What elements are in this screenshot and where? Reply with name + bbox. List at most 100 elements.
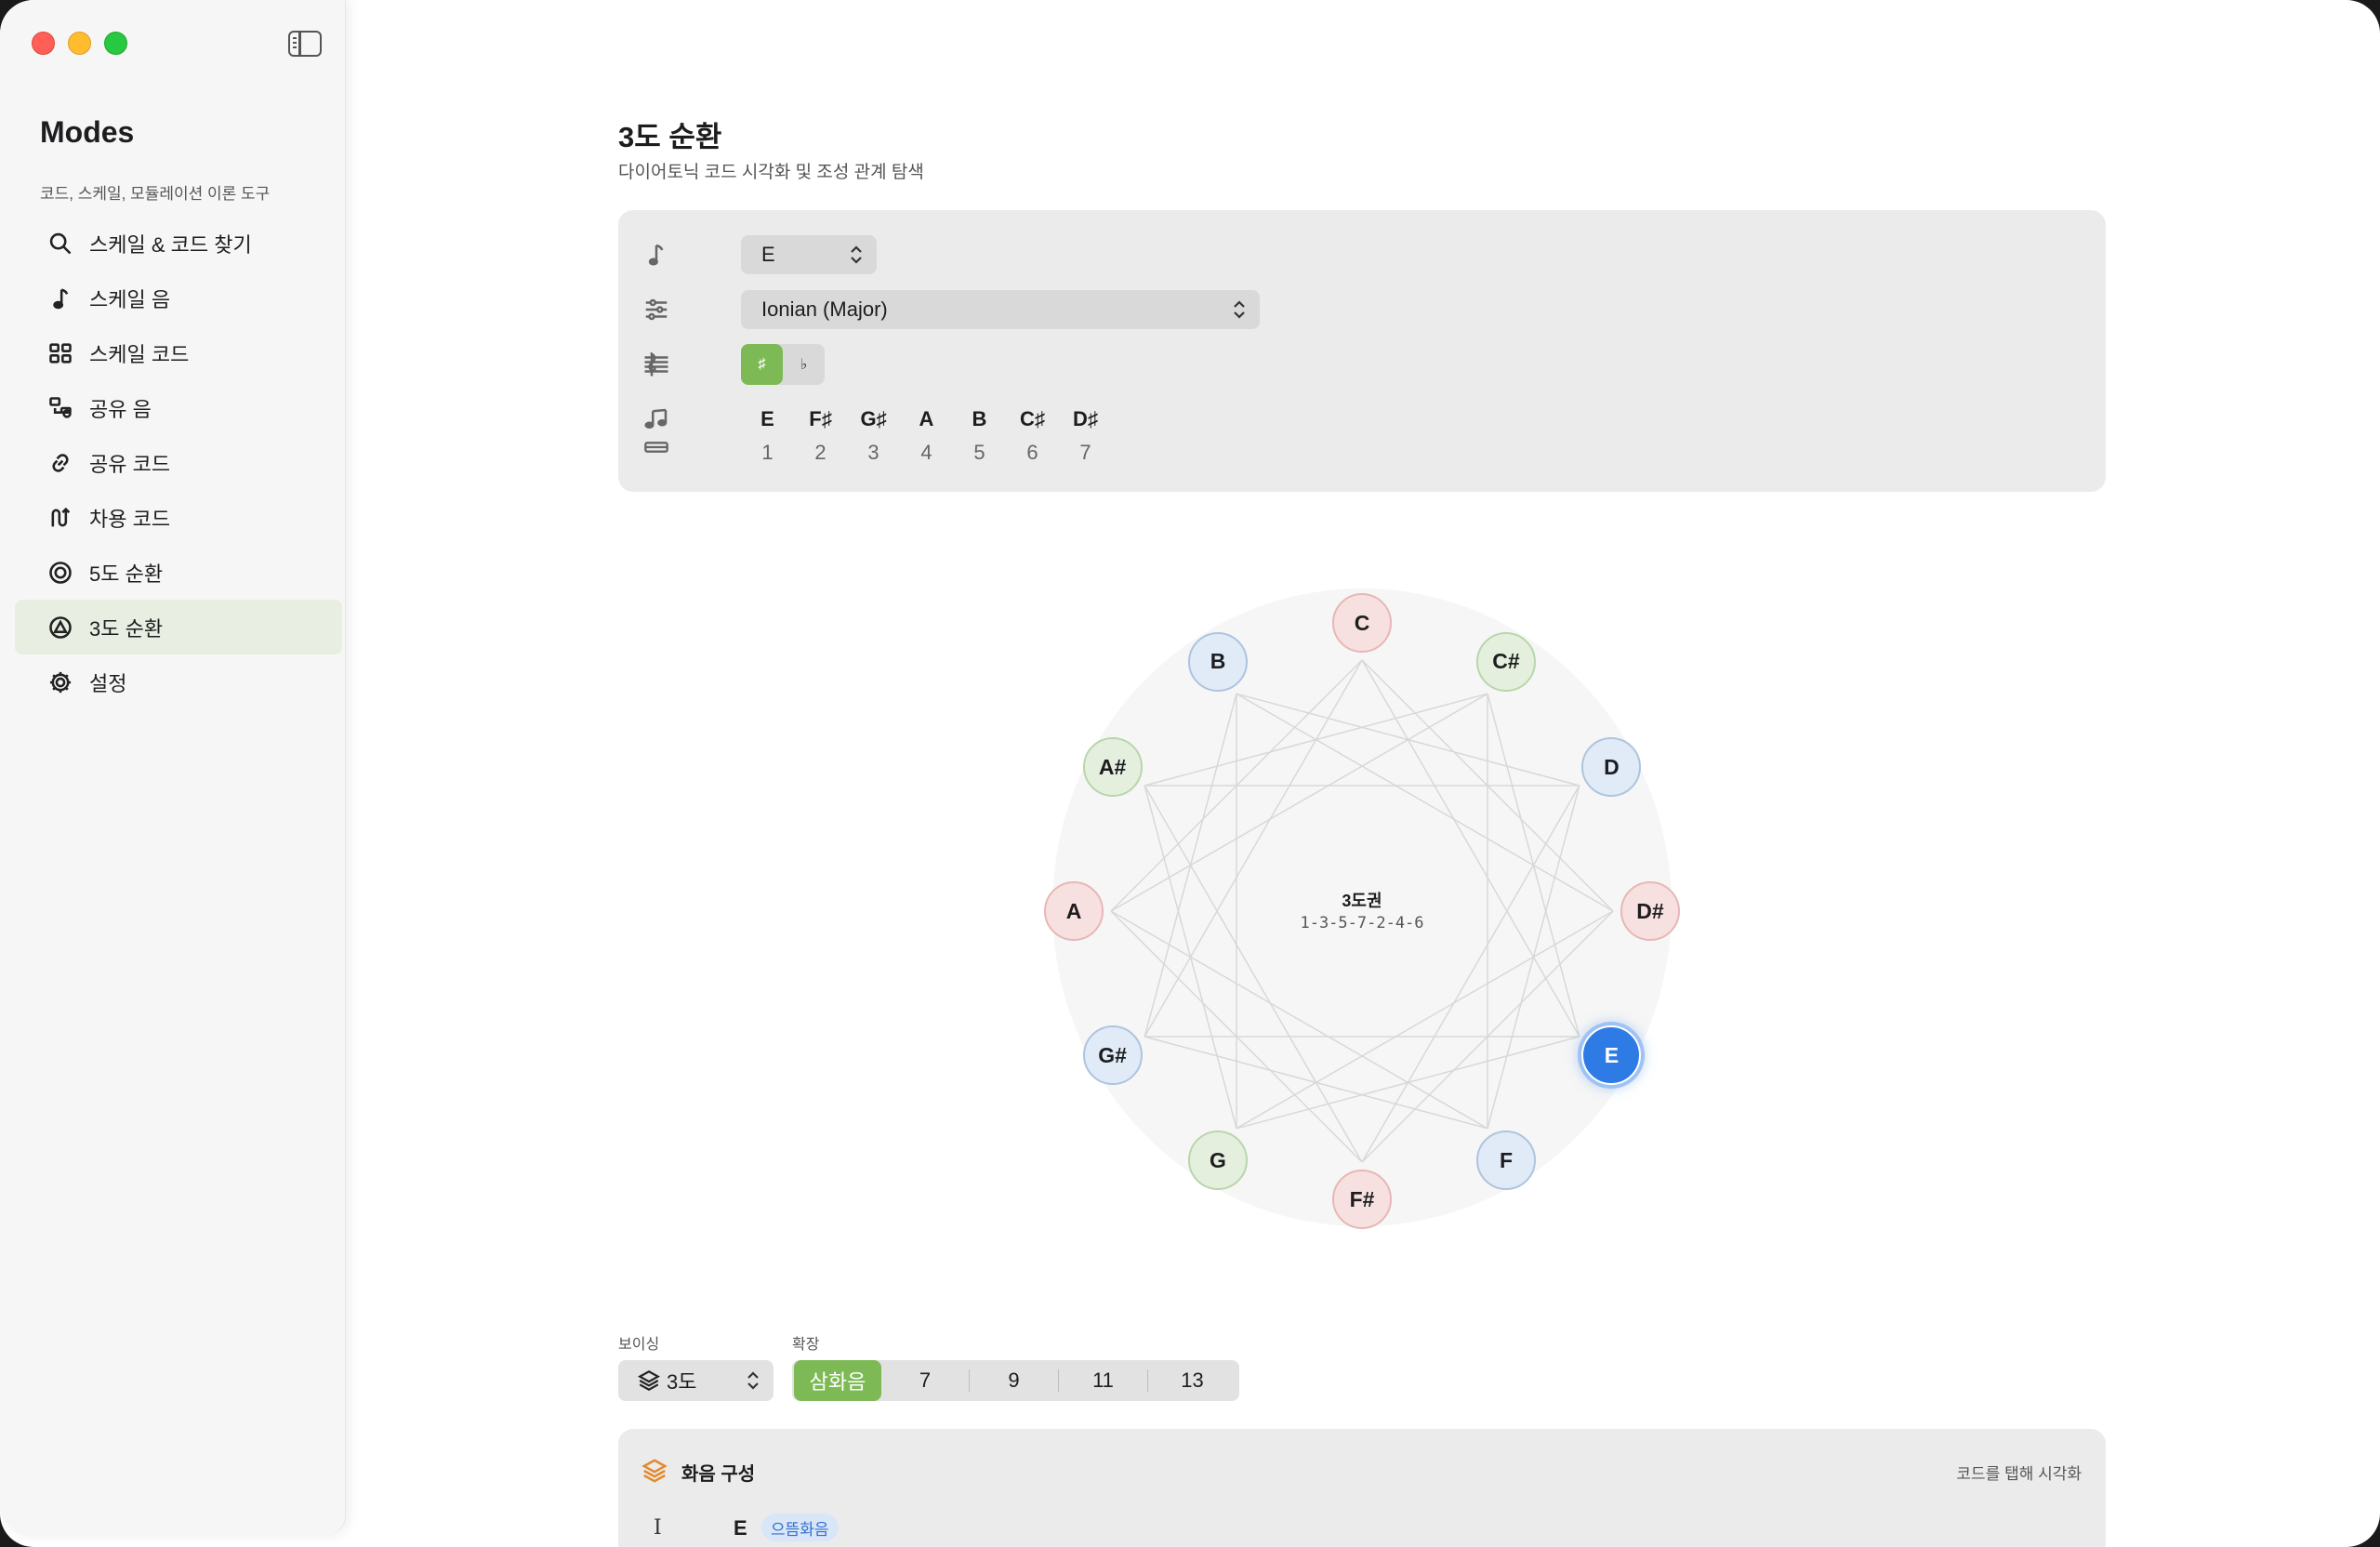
note-node[interactable]: A (1044, 881, 1104, 941)
target-icon (46, 559, 74, 587)
page-title: 3도 순환 (618, 121, 722, 153)
chevron-up-down-icon (747, 1371, 759, 1390)
sliders-icon (642, 296, 670, 324)
scale-notes-row: E1 F♯ 2 G♯ 3 A4 B5 C♯ 6 D♯ 7 (741, 407, 1112, 465)
extension-11-button[interactable]: 11 (1059, 1360, 1147, 1401)
sidebar-item-label: 스케일 코드 (89, 342, 190, 366)
sidebar-item-common-notes[interactable]: 공유 음 (15, 380, 342, 435)
note-node[interactable]: D (1581, 737, 1642, 797)
sidebar-item-finder[interactable]: 스케일 & 코드 찾기 (15, 216, 342, 271)
sidebar-item-circle-of-thirds[interactable]: 3도 순환 (15, 600, 342, 654)
music-note-icon (642, 241, 670, 269)
note-node[interactable]: D# (1620, 881, 1680, 941)
app-window: Modes 코드, 스케일, 모듈레이션 이론 도구 스케일 & 코드 찾기 스… (0, 0, 2380, 1547)
chord-function-badge: 으뜸화음 (761, 1514, 839, 1541)
chord-roman-numeral[interactable]: I (654, 1516, 662, 1540)
note-name: E (760, 407, 774, 430)
chevron-up-down-icon (851, 245, 862, 264)
chord-root[interactable]: E (734, 1516, 747, 1540)
scale-note: B5 (953, 407, 1006, 465)
sidebar-item-label: 스케일 음 (89, 287, 171, 311)
sidebar-item-settings[interactable]: 설정 (15, 654, 342, 709)
mode-select-value: Ionian (Major) (761, 298, 888, 321)
note-name: G♯ (860, 407, 887, 430)
sidebar-item-label: 공유 음 (89, 397, 152, 421)
chevron-up-down-icon (1234, 300, 1245, 319)
scale-note: C♯ 6 (1006, 407, 1059, 465)
voicing-value: 3도 (667, 1370, 697, 1394)
extension-triad-button[interactable]: 삼화음 (794, 1360, 881, 1401)
close-window-button[interactable] (32, 32, 55, 55)
third-interval-line (1361, 659, 1580, 1038)
sidebar: Modes 코드, 스케일, 모듈레이션 이론 도구 스케일 & 코드 찾기 스… (0, 0, 346, 1536)
key-select[interactable]: E (741, 235, 877, 274)
note-degree: 6 (1026, 441, 1038, 464)
sidebar-item-label: 3도 순환 (89, 616, 164, 641)
extension-label: 확장 (792, 1337, 820, 1353)
note-node[interactable]: F (1476, 1130, 1536, 1191)
scale-note: D♯ 7 (1059, 407, 1112, 465)
voicing-label: 보이싱 (618, 1337, 660, 1353)
search-icon (46, 230, 74, 258)
key-select-value: E (761, 243, 775, 266)
third-interval-line (1361, 785, 1580, 1163)
flat-toggle-button[interactable]: ♭ (783, 344, 825, 385)
third-interval-line (1110, 910, 1488, 1130)
sharp-toggle-button[interactable]: ♯ (741, 344, 783, 385)
accidental-toggle: ♯ ♭ (741, 344, 825, 385)
note-node[interactable]: B (1188, 631, 1248, 692)
sidebar-item-borrowed-chords[interactable]: 차용 코드 (15, 490, 342, 545)
staff-clef-icon (642, 350, 670, 378)
mode-select[interactable]: Ionian (Major) (741, 290, 1260, 329)
note-degree: 4 (920, 441, 932, 464)
note-degree: 5 (973, 441, 985, 464)
sidebar-nav: 스케일 & 코드 찾기 스케일 음 스케일 코드 공유 음 공유 코드 차용 코… (15, 216, 342, 709)
minimize-window-button[interactable] (68, 32, 91, 55)
harmony-panel: 화음 구성 코드를 탭해 시각화 I E 으뜸화음 (618, 1429, 2106, 1547)
scale-note: E1 (741, 407, 794, 465)
layers-icon (641, 1457, 668, 1485)
sidebar-item-label: 스케일 & 코드 찾기 (89, 232, 252, 257)
note-node[interactable]: C (1332, 593, 1392, 653)
sidebar-item-scale-notes[interactable]: 스케일 음 (15, 271, 342, 325)
note-node[interactable]: F# (1332, 1170, 1392, 1229)
extension-13-button[interactable]: 13 (1148, 1360, 1236, 1401)
scale-note: F♯ 2 (794, 407, 847, 465)
note-name: D♯ (1073, 407, 1098, 430)
note-node[interactable]: G# (1082, 1025, 1143, 1085)
sidebar-item-label: 공유 코드 (89, 452, 171, 476)
sidebar-item-scale-chords[interactable]: 스케일 코드 (15, 325, 342, 380)
note-node[interactable]: C# (1476, 631, 1536, 692)
harmony-hint: 코드를 탭해 시각화 (1956, 1465, 2082, 1483)
music-note-icon (46, 284, 74, 312)
shapes-icon (46, 394, 74, 422)
note-node[interactable]: E (1581, 1025, 1642, 1085)
sidebar-item-common-chords[interactable]: 공유 코드 (15, 435, 342, 490)
link-icon (46, 449, 74, 477)
extension-7-button[interactable]: 7 (881, 1360, 969, 1401)
circle-of-thirds-diagram: 3도권 1-3-5-7-2-4-6 C C# D D# E F F# G G# A A# B (1044, 588, 1680, 1230)
triangle-circle-icon (46, 614, 74, 641)
circle-center-sequence: 1-3-5-7-2-4-6 (1300, 914, 1424, 932)
voicing-select[interactable]: 3도 (618, 1360, 774, 1401)
layers-icon (638, 1370, 660, 1391)
extension-9-button[interactable]: 9 (970, 1360, 1058, 1401)
zoom-window-button[interactable] (104, 32, 127, 55)
harmony-title: 화음 구성 (681, 1464, 756, 1485)
scale-note: A4 (900, 407, 953, 465)
third-interval-line (1144, 785, 1363, 1163)
extension-segmented-control: 삼화음 7 9 11 13 (792, 1360, 1239, 1401)
sidebar-item-label: 차용 코드 (89, 507, 171, 531)
path-icon (46, 504, 74, 532)
app-subtitle: 코드, 스케일, 모듈레이션 이론 도구 (40, 185, 271, 203)
app-title: Modes (40, 115, 135, 149)
note-node[interactable]: A# (1082, 737, 1143, 797)
note-degree: 2 (814, 441, 826, 464)
scale-note: G♯ 3 (847, 407, 900, 465)
note-node[interactable]: G (1188, 1130, 1248, 1191)
sidebar-toggle-icon[interactable] (288, 31, 322, 57)
window-controls (32, 32, 127, 55)
third-interval-line (1144, 659, 1363, 1038)
sidebar-item-circle-of-fifths[interactable]: 5도 순환 (15, 545, 342, 600)
music-notes-icon (642, 405, 670, 433)
